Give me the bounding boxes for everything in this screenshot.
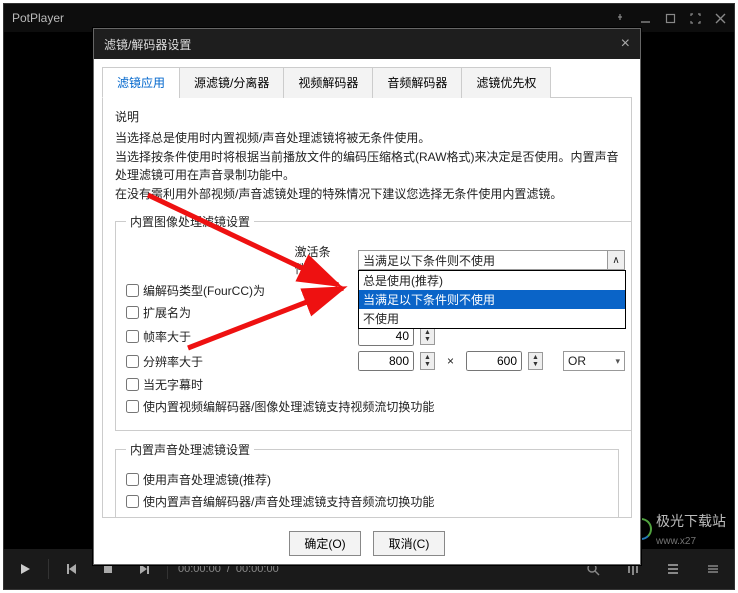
desc-text: 当选择总是使用时内置视频/声音处理滤镜将被无条件使用。 当选择按条件使用时将根据… (115, 129, 619, 203)
tab-pane: 说明 当选择总是使用时内置视频/声音处理滤镜将被无条件使用。 当选择按条件使用时… (102, 98, 632, 518)
cb-audsel-label: 启用内置音频选择滤镜(内置音频切换器) (143, 515, 355, 518)
dialog-titlebar: 滤镜/解码器设置 × (94, 29, 640, 59)
fps-spinner[interactable]: ▲▼ (420, 327, 435, 345)
cb-nosub-label: 当无字幕时 (143, 376, 203, 393)
tab-audio-decoder[interactable]: 音频解码器 (372, 67, 462, 98)
cb-videc-label: 使内置视频编解码器/图像处理滤镜支持视频流切换功能 (143, 398, 434, 415)
legend-image-filter: 内置图像处理滤镜设置 (126, 213, 254, 230)
fieldset-audio-filter: 内置声音处理滤镜设置 使用声音处理滤镜(推荐) 使内置声音编解码器/声音处理滤镜… (115, 441, 619, 518)
window-controls (615, 13, 726, 24)
cb-useaudio[interactable] (126, 473, 139, 486)
dialog-close-icon[interactable]: × (621, 35, 630, 53)
cb-res-label: 分辨率大于 (143, 353, 203, 370)
activate-combo-button[interactable]: ∧ (607, 250, 625, 270)
res-h-input[interactable] (466, 351, 522, 371)
cancel-button[interactable]: 取消(C) (373, 531, 445, 556)
cb-videc[interactable] (126, 400, 139, 413)
cb-audiodec-label: 使内置声音编解码器/声音处理滤镜支持音频流切换功能 (143, 493, 434, 510)
cb-fourcc[interactable] (126, 284, 139, 297)
window-close-icon[interactable] (715, 13, 726, 24)
activate-combo[interactable]: 当满足以下条件则不使用 ∧ 总是使用(推荐) 当满足以下条件则不使用 不使用 (358, 250, 625, 270)
tabs: 滤镜应用 源滤镜/分离器 视频解码器 音频解码器 滤镜优先权 (102, 67, 632, 98)
app-title: PotPlayer (12, 11, 615, 25)
activate-combo-dropdown: 总是使用(推荐) 当满足以下条件则不使用 不使用 (358, 270, 626, 329)
watermark: 极光下载站 www.x27 (630, 511, 726, 547)
fieldset-image-filter: 内置图像处理滤镜设置 激活条件： 当满足以下条件则不使用 ∧ 总是使用(推荐) … (115, 213, 632, 431)
combo-opt-condition[interactable]: 当满足以下条件则不使用 (359, 290, 625, 309)
activate-combo-field[interactable]: 当满足以下条件则不使用 (358, 250, 608, 270)
window-fullscreen-icon[interactable] (690, 13, 701, 24)
dialog-footer: 确定(O) 取消(C) (94, 531, 640, 556)
cb-fourcc-label: 编解码类型(FourCC)为 (143, 282, 265, 299)
cb-useaudio-label: 使用声音处理滤镜(推荐) (143, 471, 271, 488)
combo-opt-always[interactable]: 总是使用(推荐) (359, 271, 625, 290)
watermark-text: 极光下载站 (656, 513, 726, 529)
play-button[interactable] (12, 556, 38, 582)
tab-filter-apply[interactable]: 滤镜应用 (102, 67, 180, 98)
playlist-icon[interactable] (660, 556, 686, 582)
res-logic-select[interactable]: OR▾ (563, 351, 625, 371)
cb-fps[interactable] (126, 330, 139, 343)
tab-video-decoder[interactable]: 视频解码器 (283, 67, 373, 98)
window-minimize-icon[interactable] (640, 13, 651, 24)
tab-source-filter[interactable]: 源滤镜/分离器 (179, 67, 284, 98)
cb-ext[interactable] (126, 306, 139, 319)
watermark-url: www.x27 (656, 536, 696, 547)
combo-opt-never[interactable]: 不使用 (359, 309, 625, 328)
tab-filter-priority[interactable]: 滤镜优先权 (461, 67, 551, 98)
res-w-spinner[interactable]: ▲▼ (420, 352, 435, 370)
cb-res[interactable] (126, 355, 139, 368)
res-h-spinner[interactable]: ▲▼ (528, 352, 543, 370)
res-x: × (447, 354, 454, 368)
fps-input[interactable] (358, 326, 414, 346)
cb-audiodec[interactable] (126, 495, 139, 508)
cb-nosub[interactable] (126, 378, 139, 391)
window-maximize-icon[interactable] (665, 13, 676, 24)
dialog-title: 滤镜/解码器设置 (104, 36, 621, 53)
cb-fps-label: 帧率大于 (143, 328, 191, 345)
desc-heading: 说明 (115, 108, 619, 125)
filter-decoder-settings-dialog: 滤镜/解码器设置 × 滤镜应用 源滤镜/分离器 视频解码器 音频解码器 滤镜优先… (93, 28, 641, 565)
cb-ext-label: 扩展名为 (143, 304, 191, 321)
ok-button[interactable]: 确定(O) (289, 531, 361, 556)
legend-audio-filter: 内置声音处理滤镜设置 (126, 441, 254, 458)
cb-audsel[interactable] (126, 517, 139, 518)
window-pin-icon[interactable] (615, 13, 626, 24)
res-w-input[interactable] (358, 351, 414, 371)
activate-label: 激活条件： (295, 243, 352, 277)
prev-button[interactable] (59, 556, 85, 582)
menu-icon[interactable] (700, 556, 726, 582)
